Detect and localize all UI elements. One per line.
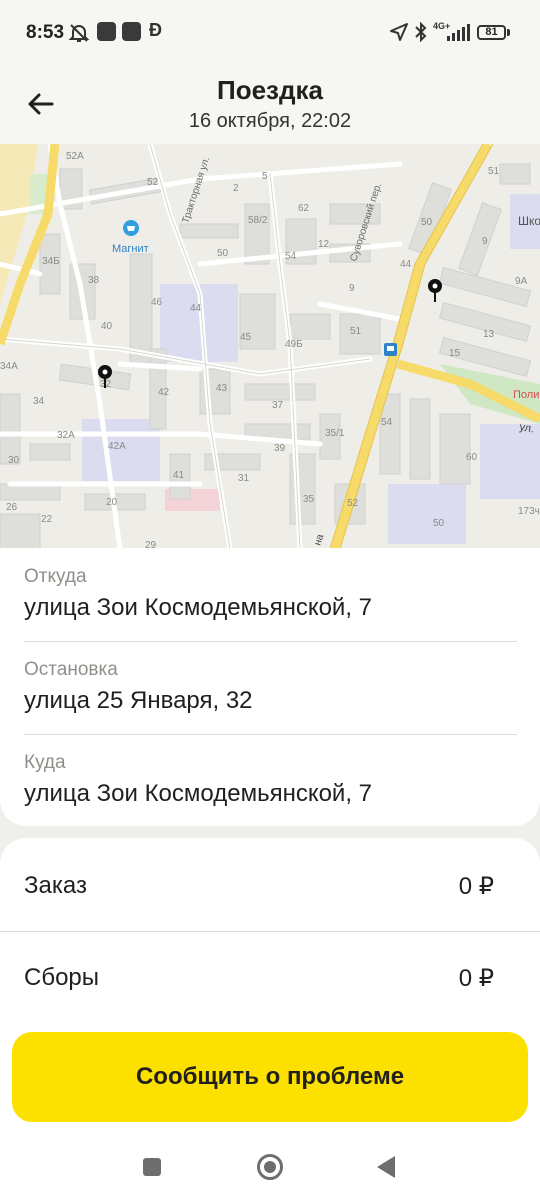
map-label: 54 <box>381 417 393 428</box>
status-time: 8:53 <box>26 22 65 43</box>
bluetooth-icon <box>414 21 428 47</box>
map-label: 52 <box>347 498 359 509</box>
map-label: 60 <box>466 452 478 463</box>
system-nav-bar <box>0 1134 540 1200</box>
trip-datetime: 16 октября, 22:02 <box>188 110 352 132</box>
divider <box>24 641 517 642</box>
to-address: улица Зои Космодемьянской, 7 <box>24 780 373 807</box>
map-label: 50 <box>433 518 445 529</box>
d-app-icon: Đ <box>149 20 162 40</box>
map-label: 12 <box>318 239 330 250</box>
map-label: 35 <box>303 494 315 505</box>
from-label: Откуда <box>24 566 87 587</box>
mute-icon <box>68 22 90 49</box>
map-label: 49Б <box>285 339 303 350</box>
map-label: 9A <box>515 276 528 287</box>
home-button[interactable] <box>257 1154 283 1180</box>
divider <box>24 734 517 735</box>
from-address: улица Зои Космодемьянской, 7 <box>24 594 373 621</box>
route-map[interactable]: 52A 52 5 2 62 58/2 50 54 12 9 34Б 38 46 … <box>0 144 540 549</box>
app-notification-icon <box>97 22 116 41</box>
map-label: 32A <box>57 430 75 441</box>
map-label: 42 <box>158 387 170 398</box>
recent-apps-button[interactable] <box>143 1158 161 1176</box>
map-label: 52A <box>66 151 84 162</box>
map-label: 58/2 <box>248 215 268 226</box>
map-label: 173ч <box>518 506 540 517</box>
map-label: 39 <box>274 443 286 454</box>
map-label: 31 <box>238 473 250 484</box>
stop-row: Остановка улица 25 Января, 32 <box>24 659 517 715</box>
street-label: ул. <box>518 421 535 435</box>
page-title: Поездка <box>217 75 323 105</box>
map-label: 51 <box>350 326 362 337</box>
fees-label: Сборы <box>24 964 100 991</box>
map-label: 35/1 <box>325 428 345 439</box>
map-label: 15 <box>449 348 461 359</box>
signal-icon <box>446 24 470 47</box>
map-label: 43 <box>216 383 228 394</box>
map-label: 50 <box>217 248 229 259</box>
header: Поездка 16 октября, 22:02 <box>0 64 540 144</box>
map-label: 22 <box>41 514 53 525</box>
map-label: 38 <box>88 275 100 286</box>
map-label: 54 <box>285 251 297 262</box>
order-price-row: Заказ 0 ₽ <box>24 872 494 901</box>
app-notification-icon <box>122 22 141 41</box>
fees-price-row: Сборы 0 ₽ <box>24 964 494 993</box>
map-label: 34A <box>0 361 18 372</box>
map-label: 44 <box>190 303 202 314</box>
map-label: 37 <box>272 400 284 411</box>
map-label: 50 <box>421 217 433 228</box>
map-label: 45 <box>240 332 252 343</box>
map-label: 41 <box>173 470 185 481</box>
status-bar: 8:53 Đ 4G+ 81 <box>0 0 540 64</box>
map-label: 30 <box>8 455 20 466</box>
divider <box>0 931 540 932</box>
map-label: 51 <box>488 166 500 177</box>
map-label: 42A <box>108 441 126 452</box>
poi-label: Поли <box>513 389 539 401</box>
poi-label: Магнит <box>112 243 149 255</box>
map-label: 62 <box>298 203 310 214</box>
order-value: 0 ₽ <box>458 873 494 900</box>
from-row: Откуда улица Зои Космодемьянской, 7 <box>24 566 517 622</box>
stop-address: улица 25 Января, 32 <box>24 687 253 714</box>
to-row: Куда улица Зои Космодемьянской, 7 <box>24 752 517 808</box>
fees-value: 0 ₽ <box>458 965 494 992</box>
report-problem-button[interactable]: Сообщить о проблеме <box>12 1032 528 1122</box>
map-label: 9 <box>482 236 488 247</box>
to-label: Куда <box>24 752 66 773</box>
map-label: 9 <box>349 283 355 294</box>
map-label: 40 <box>101 321 113 332</box>
battery-icon: 81 <box>477 25 506 40</box>
map-label: 52 <box>147 177 159 188</box>
map-label: 34 <box>33 396 45 407</box>
map-label: 46 <box>151 297 163 308</box>
bus-stop-icon <box>384 343 397 356</box>
location-arrow-icon <box>389 22 409 47</box>
map-label: 20 <box>106 497 118 508</box>
order-label: Заказ <box>24 872 87 899</box>
map-label: 34Б <box>42 256 60 267</box>
nav-back-button[interactable] <box>377 1156 395 1178</box>
map-label: 5 <box>262 171 268 182</box>
map-label: 44 <box>400 259 412 270</box>
poi-label: Шко <box>518 214 540 228</box>
map-label: 2 <box>233 183 239 194</box>
map-label: 13 <box>483 329 495 340</box>
battery-tip <box>507 29 510 36</box>
map-label: 26 <box>6 502 18 513</box>
stop-label: Остановка <box>24 659 118 680</box>
trip-address-card: Откуда улица Зои Космодемьянской, 7 Оста… <box>0 548 540 826</box>
